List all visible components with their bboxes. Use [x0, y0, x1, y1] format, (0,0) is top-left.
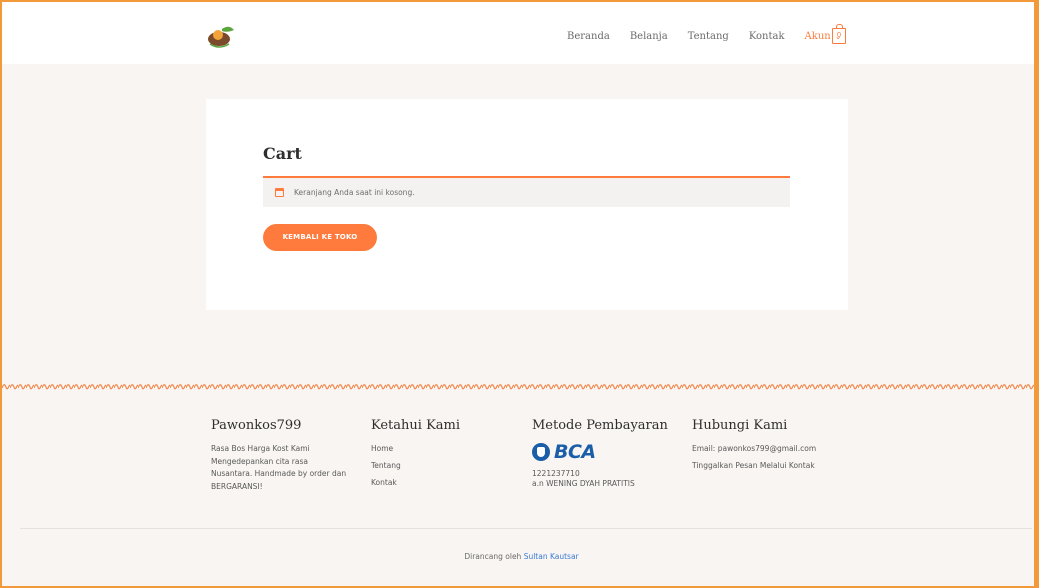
cart-icon[interactable]: 0: [832, 24, 846, 44]
wavy-divider: [2, 382, 1034, 392]
footer-payment-title: Metode Pembayaran: [532, 418, 668, 433]
footer-divider: [20, 528, 1032, 529]
footer-about: Pawonkos799 Rasa Bos Harga Kost Kami Men…: [211, 418, 351, 493]
footer-link-tentang[interactable]: Tentang: [371, 460, 460, 473]
footer-contact: Hubungi Kami Email: pawonkos799@gmail.co…: [692, 418, 816, 472]
footer-link-kontak[interactable]: Kontak: [371, 477, 460, 490]
contact-message-link[interactable]: Tinggalkan Pesan Melalui Kontak: [692, 460, 816, 473]
logo-icon[interactable]: [205, 24, 237, 50]
page-title: Cart: [263, 144, 302, 163]
footer-links: Ketahui Kami Home Tentang Kontak: [371, 418, 460, 494]
footer-contact-title: Hubungi Kami: [692, 418, 788, 433]
bca-logo-icon: BCA: [532, 441, 668, 463]
page-frame: Beranda Belanja Tentang Kontak Akun ⌄ 0 C…: [0, 0, 1039, 588]
nav-tentang[interactable]: Tentang: [688, 31, 729, 42]
cart-empty-notice: Keranjang Anda saat ini kosong.: [263, 176, 790, 207]
nav-kontak[interactable]: Kontak: [749, 31, 785, 42]
contact-email[interactable]: Email: pawonkos799@gmail.com: [692, 443, 816, 456]
credit-author-link[interactable]: Sultan Kautsar: [524, 552, 579, 561]
credit-prefix: Dirancang oleh: [464, 552, 522, 561]
footer-credit: Dirancang oleh Sultan Kautsar: [2, 552, 1034, 561]
bank-account-holder: a.n WENING DYAH PRATITIS: [532, 479, 635, 488]
footer-payment: Metode Pembayaran BCA 1221237710 a.n WEN…: [532, 418, 668, 489]
site-header: Beranda Belanja Tentang Kontak Akun ⌄ 0: [2, 2, 1034, 64]
bca-mark-icon: [532, 443, 550, 461]
nav-beranda[interactable]: Beranda: [567, 31, 610, 42]
cart-card: Cart Keranjang Anda saat ini kosong. KEM…: [206, 99, 848, 310]
footer-about-title: Pawonkos799: [211, 418, 302, 433]
main-nav: Beranda Belanja Tentang Kontak Akun ⌄: [567, 31, 861, 42]
return-to-shop-button[interactable]: KEMBALI KE TOKO: [263, 224, 377, 251]
bca-wordmark: BCA: [554, 441, 596, 463]
cart-count: 0: [836, 31, 842, 39]
footer-links-title: Ketahui Kami: [371, 418, 461, 433]
calendar-icon: [275, 188, 284, 197]
nav-belanja[interactable]: Belanja: [630, 31, 668, 42]
bank-account-number: 1221237710: [532, 469, 580, 478]
nav-akun-label: Akun: [804, 31, 831, 42]
cart-empty-text: Keranjang Anda saat ini kosong.: [294, 188, 415, 197]
footer-link-home[interactable]: Home: [371, 443, 460, 456]
footer-about-text: Rasa Bos Harga Kost Kami Mengedepankan c…: [211, 444, 347, 491]
